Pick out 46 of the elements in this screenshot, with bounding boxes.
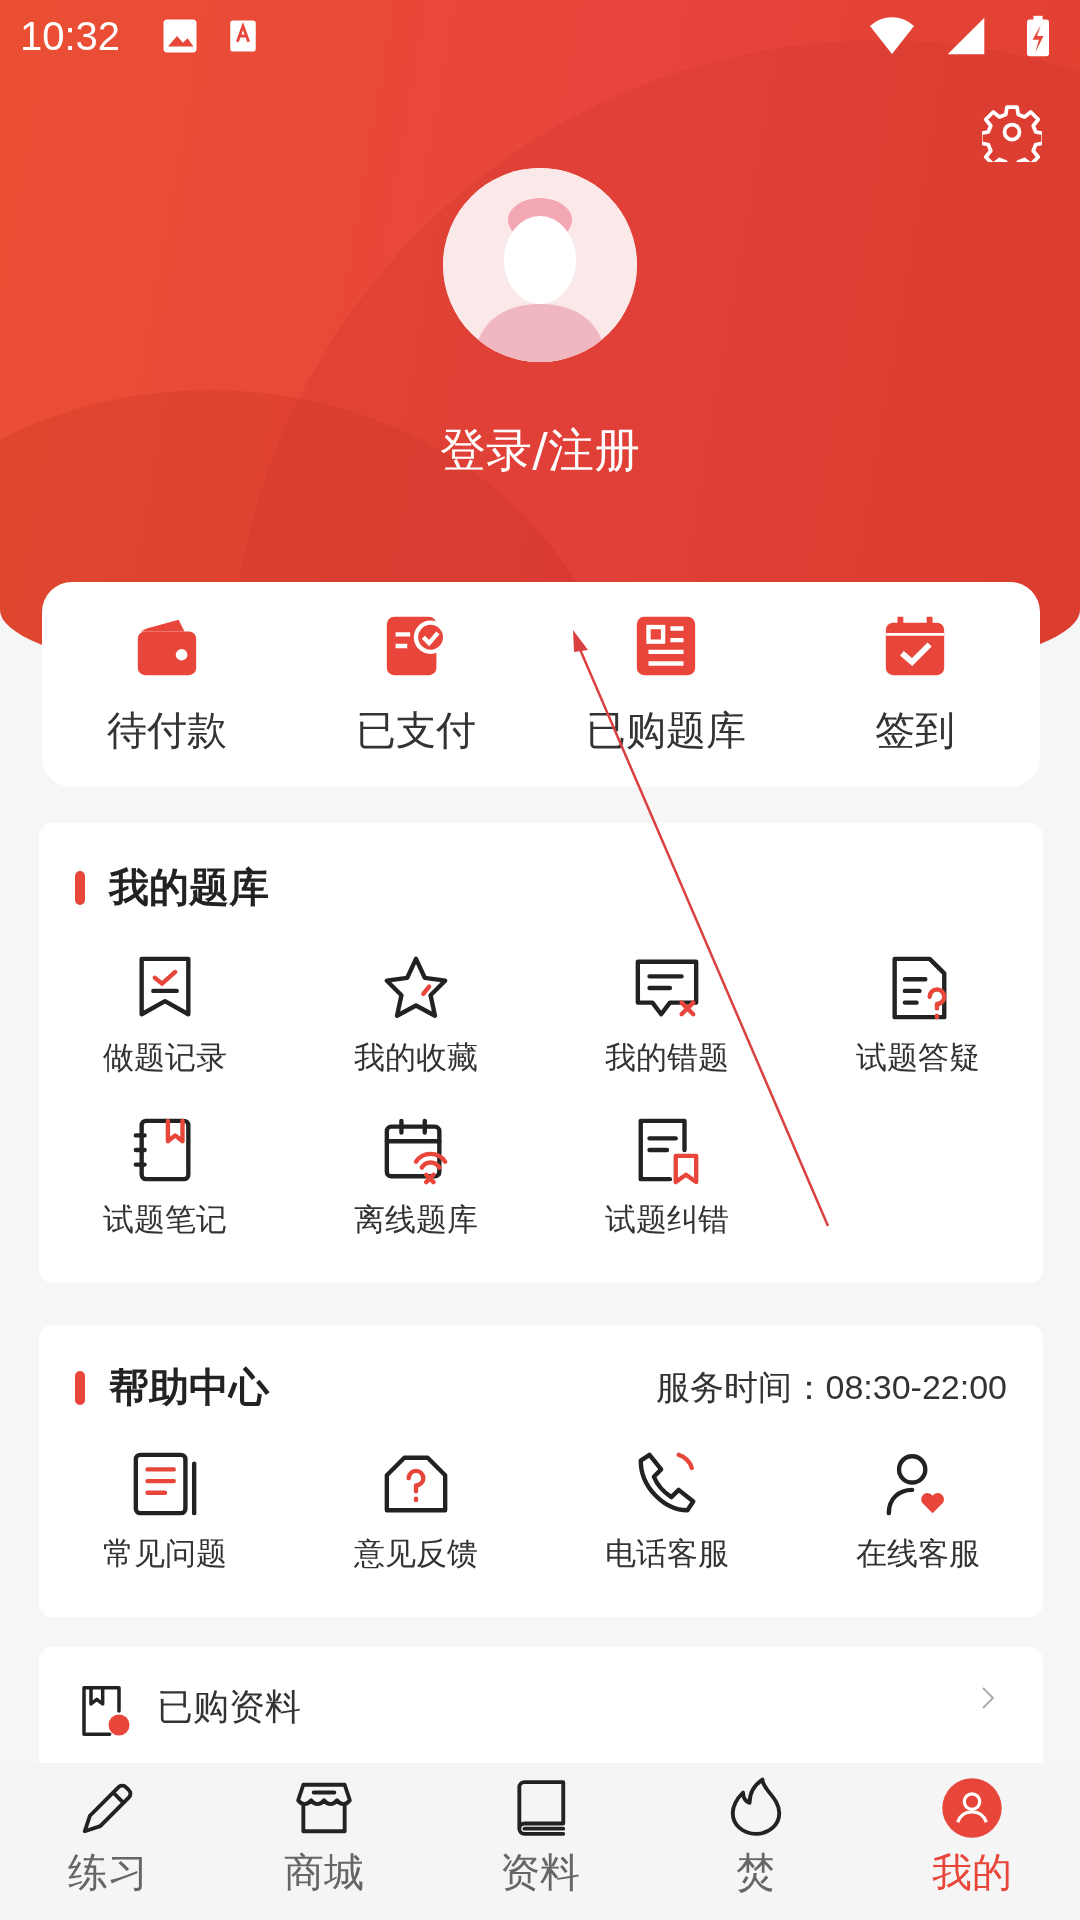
section-marker (75, 870, 85, 905)
shortcut-item[interactable]: 试题答疑 (792, 952, 1043, 1079)
settings-icon[interactable] (982, 102, 1042, 162)
section-marker (75, 1370, 85, 1405)
section-title: 帮助中心 (109, 1363, 269, 1413)
shortcut-item[interactable]: 意见反馈 (290, 1448, 541, 1575)
order-label: 签到 (875, 705, 956, 755)
status-time: 10:32 (20, 13, 121, 59)
nav-tab[interactable]: 我的 (864, 1763, 1080, 1920)
shortcut-label: 常见问题 (102, 1533, 227, 1573)
nav-tab[interactable]: 商城 (216, 1763, 432, 1920)
shortcut-label: 试题答疑 (855, 1037, 980, 1077)
login-register-link[interactable]: 登录/注册 (440, 420, 640, 482)
shortcut-label: 试题纠错 (604, 1199, 729, 1239)
shortcut-item[interactable]: 离线题库 (290, 1114, 541, 1241)
shortcut-item[interactable]: 常见问题 (39, 1448, 290, 1575)
service-hours: 服务时间：08:30-22:00 (655, 1366, 1007, 1408)
materials-label: 已购资料 (157, 1684, 301, 1729)
shortcut-item[interactable]: 在线客服 (792, 1448, 1043, 1575)
nav-tab[interactable]: 练习 (0, 1763, 216, 1920)
section-title: 我的题库 (109, 863, 269, 913)
shortcut-item[interactable]: 电话客服 (541, 1448, 792, 1575)
shortcut-label: 我的错题 (604, 1037, 729, 1077)
shortcut-item[interactable]: 做题记录 (39, 952, 290, 1079)
image-icon (162, 18, 199, 54)
shortcut-item[interactable]: 试题纠错 (541, 1114, 792, 1241)
avatar-silhouette[interactable] (443, 168, 637, 362)
shortcut-label: 在线客服 (855, 1533, 980, 1573)
shortcut-label: 我的收藏 (353, 1037, 478, 1077)
shortcut-label: 做题记录 (102, 1037, 227, 1077)
order-label: 已支付 (356, 705, 477, 755)
nav-tab[interactable]: 焚 (648, 1763, 864, 1920)
order-shortcut[interactable]: 已支付 (291, 582, 541, 787)
shortcut-item[interactable]: 我的错题 (541, 952, 792, 1079)
shortcut-item[interactable]: 我的收藏 (290, 952, 541, 1079)
nav-tab[interactable]: 资料 (432, 1763, 648, 1920)
order-shortcut[interactable]: 签到 (790, 582, 1040, 787)
shortcut-label: 意见反馈 (353, 1533, 478, 1573)
order-label: 待付款 (106, 705, 227, 755)
profile-icon (941, 1777, 1003, 1839)
shortcut-label: 试题笔记 (102, 1199, 227, 1239)
order-shortcut[interactable]: 待付款 (42, 582, 292, 787)
purchased-materials-row[interactable]: 已购资料 (39, 1646, 1043, 1763)
shortcut-item[interactable]: 试题笔记 (39, 1114, 290, 1241)
shortcut-label: 电话客服 (604, 1533, 729, 1573)
shortcut-label: 离线题库 (353, 1199, 478, 1239)
